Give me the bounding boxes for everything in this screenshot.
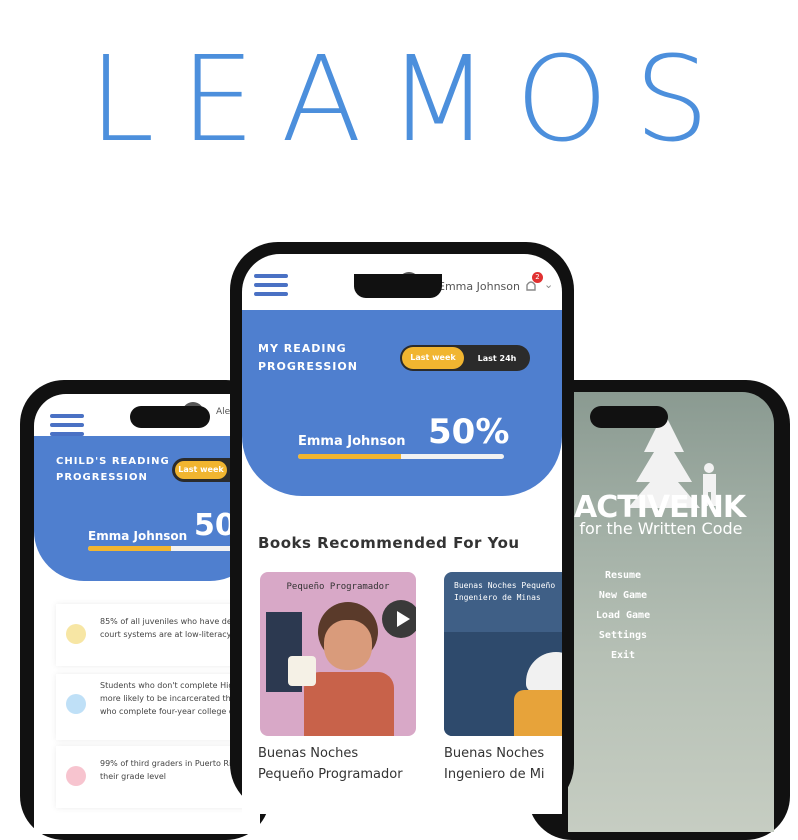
menu-new-game[interactable]: New Game — [568, 586, 678, 606]
character-vest — [514, 690, 562, 736]
character-face — [324, 620, 372, 670]
user-name: Ale — [216, 407, 231, 417]
panel-title: CHILD'S READING PROGRESSION — [56, 456, 170, 483]
progress-bar — [298, 454, 504, 459]
progress-panel — [242, 310, 562, 496]
right-phone-screen: ACTIVEINK t for the Written Code Resume … — [568, 392, 774, 832]
stat-dot — [66, 694, 86, 714]
progress-percent: 50% — [428, 412, 510, 452]
game-subtitle: t for the Written Code — [568, 519, 743, 538]
menu-load-game[interactable]: Load Game — [568, 606, 678, 626]
book-cover[interactable]: Buenas Noches Pequeño Ingeniero de Minas — [444, 572, 562, 736]
menu-icon[interactable] — [254, 274, 288, 296]
tab-last-week[interactable]: Last week — [175, 461, 227, 479]
child-name: Emma Johnson — [88, 529, 188, 543]
reader-name: Emma Johnson — [298, 434, 406, 449]
left-phone-notch — [130, 406, 210, 428]
user-name: Emma Johnson — [438, 280, 520, 293]
book-caption[interactable]: Buenas Noches Pequeño Programador — [258, 744, 403, 786]
menu-settings[interactable]: Settings — [568, 626, 678, 646]
stat-dot — [66, 624, 86, 644]
game-menu: Resume New Game Load Game Settings Exit — [568, 566, 678, 666]
left-phone-screen: Ale CHILD'S READING PROGRESSION Last wee… — [34, 394, 260, 834]
tab-last-24h[interactable]: Last 24h — [464, 354, 530, 363]
book-cover-title: Pequeño Programador — [286, 582, 390, 592]
center-phone: Emma Johnson 2 ⌄ MY READING PROGRESSION … — [230, 242, 574, 814]
progress-fill — [88, 546, 171, 551]
right-phone-notch — [590, 406, 668, 428]
stat-dot — [66, 766, 86, 786]
center-phone-screen: Emma Johnson 2 ⌄ MY READING PROGRESSION … — [242, 254, 562, 814]
menu-resume[interactable]: Resume — [568, 566, 678, 586]
notification-badge: 2 — [532, 272, 543, 283]
center-phone-notch — [354, 274, 442, 298]
chevron-down-icon[interactable]: ⌄ — [544, 278, 553, 291]
period-toggle[interactable]: Last week Last 24h — [400, 345, 530, 371]
play-button[interactable] — [382, 600, 416, 638]
mug-illustration — [288, 656, 316, 686]
progress-fill — [298, 454, 401, 459]
panel-title: MY READING PROGRESSION — [258, 342, 358, 373]
section-title: Books Recommended For You — [258, 534, 520, 552]
menu-exit[interactable]: Exit — [568, 646, 678, 666]
book-caption[interactable]: Buenas Noches Ingeniero de Mi — [444, 744, 545, 786]
app-title: LEAMOS — [88, 30, 736, 168]
book-cover-title: Buenas Noches Pequeño Ingeniero de Minas — [454, 581, 556, 602]
tab-last-week[interactable]: Last week — [402, 347, 464, 369]
character-shirt — [304, 672, 394, 736]
book-cover[interactable]: Pequeño Programador — [260, 572, 416, 736]
bell-icon[interactable]: 2 — [524, 272, 543, 292]
menu-icon[interactable] — [50, 414, 84, 436]
